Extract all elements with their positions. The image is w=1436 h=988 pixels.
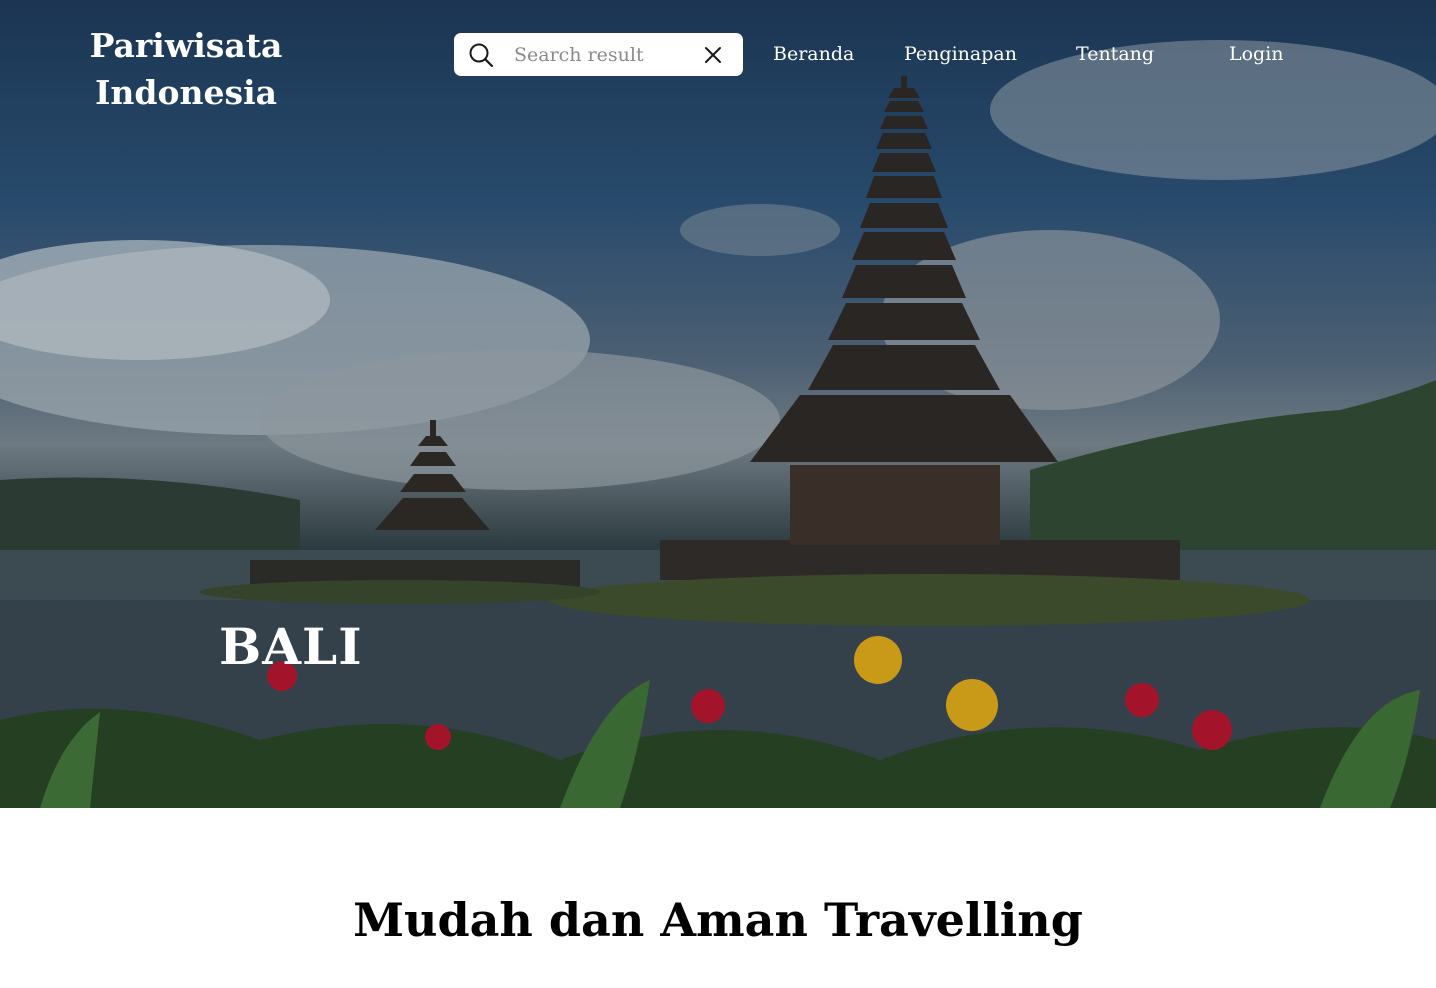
- nav-login[interactable]: Login: [1229, 42, 1284, 66]
- logo-line-1: Pariwisata: [89, 26, 283, 65]
- section-title: Mudah dan Aman Travelling: [353, 893, 1083, 947]
- nav-penginapan[interactable]: Penginapan: [904, 42, 1017, 66]
- hero-title: BALI: [219, 617, 363, 676]
- hero-image-bali-temple: [0, 40, 1436, 808]
- hero-banner: Pariwisata Indonesia Beranda Penginapan …: [0, 0, 1436, 808]
- search-icon[interactable]: [468, 42, 494, 68]
- nav-tentang[interactable]: Tentang: [1076, 42, 1154, 66]
- close-icon[interactable]: [703, 45, 723, 65]
- search-bar: [454, 33, 743, 76]
- logo-line-2: Indonesia: [95, 73, 277, 112]
- nav-beranda[interactable]: Beranda: [773, 42, 854, 66]
- search-input[interactable]: [514, 41, 694, 68]
- site-logo[interactable]: Pariwisata Indonesia: [86, 22, 286, 116]
